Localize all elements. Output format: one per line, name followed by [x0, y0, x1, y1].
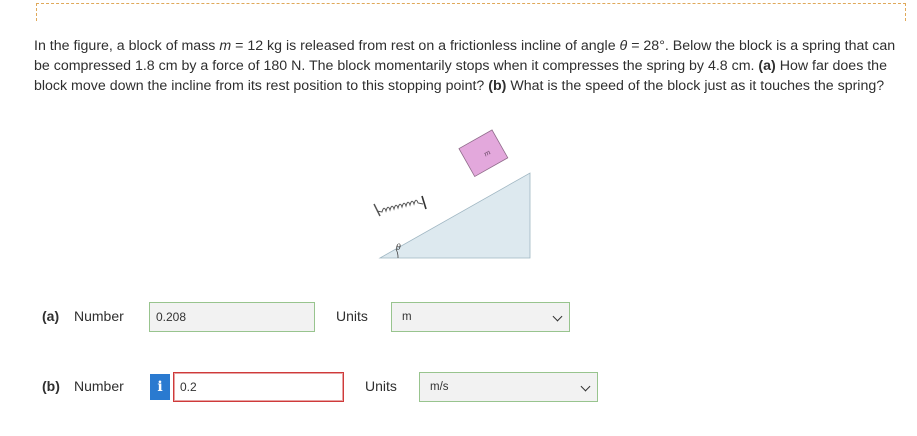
part-a-answer-value: 0.208: [156, 310, 187, 324]
angle-label: θ: [396, 243, 401, 252]
part-b-units-value: m/s: [430, 381, 449, 393]
chevron-down-icon: [552, 311, 563, 322]
part-a-units-select[interactable]: m: [391, 302, 570, 332]
content-right-border: [905, 3, 906, 21]
part-b-tag: (b): [488, 78, 507, 94]
part-b-answer-value: 0.2: [180, 380, 197, 394]
part-a-number-label: Number: [74, 308, 124, 324]
info-icon[interactable]: i: [150, 374, 170, 400]
part-b-answer-input[interactable]: 0.2: [173, 372, 344, 402]
part-a-tag: (a): [758, 58, 776, 74]
problem-statement: In the figure, a block of mass m = 12 kg…: [34, 38, 896, 94]
part-b-label: (b): [42, 378, 60, 394]
spring-plate: [421, 195, 427, 210]
part-a-units-label: Units: [336, 308, 368, 324]
part-a-units-value: m: [402, 311, 412, 323]
incline-wedge: [378, 172, 531, 259]
spring-wall: [373, 203, 381, 217]
content-top-border: [36, 3, 906, 4]
part-a-label: (a): [42, 308, 60, 324]
content-left-border: [36, 3, 37, 21]
part-b-units-label: Units: [365, 378, 397, 394]
part-a-answer-input[interactable]: 0.208: [149, 302, 315, 332]
chevron-down-icon: [580, 381, 591, 392]
mass-variable: m: [219, 38, 232, 54]
part-b-number-label: Number: [74, 378, 124, 394]
incline-figure: m θ: [373, 129, 531, 259]
part-b-units-select[interactable]: m/s: [419, 372, 598, 402]
spring: [376, 199, 424, 213]
